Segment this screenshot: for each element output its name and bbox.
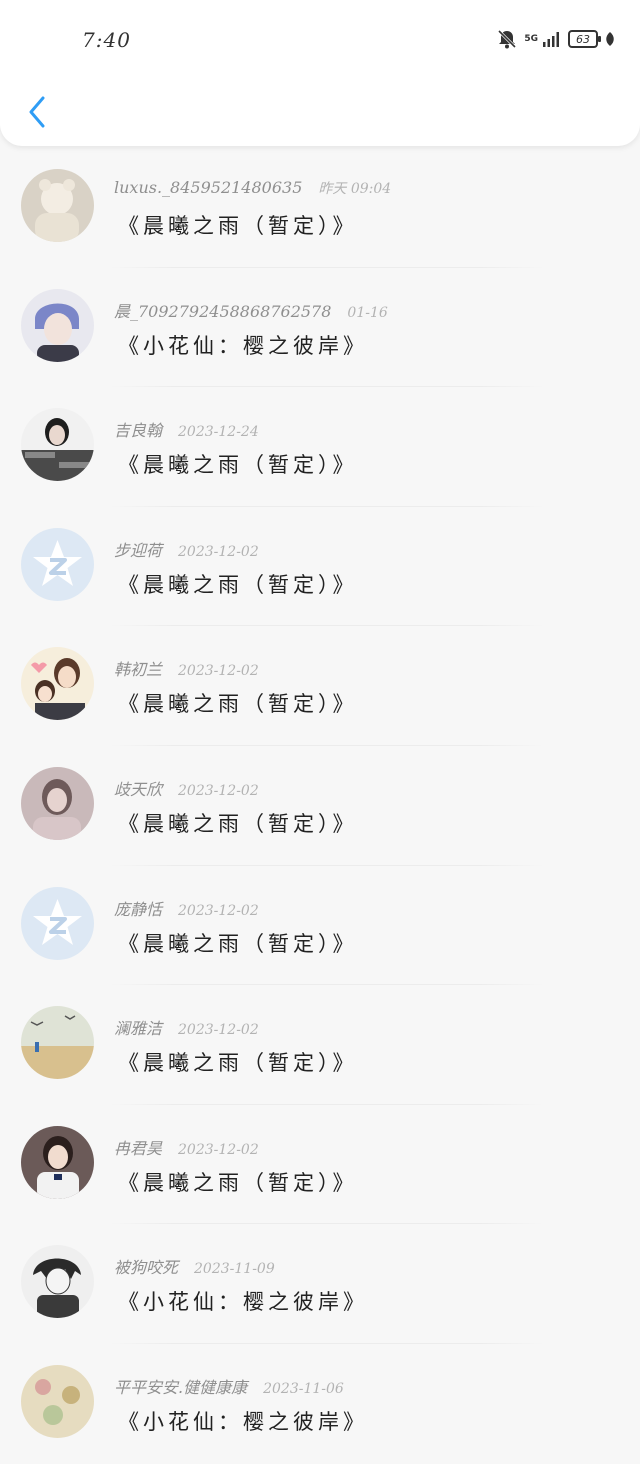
comment-meta: 吉良翰 2023-12-24 [114,417,259,441]
comment-meta: 被狗咬死 2023-11-09 [114,1254,275,1278]
signal-icon [542,30,562,48]
comment-meta: 平平安安.健健康康 2023-11-06 [114,1374,344,1398]
comment-meta: 晨_7092792458868762578 01-16 [114,298,388,322]
list-item[interactable]: 冉君昊 2023-12-02 《晨曦之雨（暂定）》 [0,1105,640,1225]
book-title[interactable]: 《晨曦之雨（暂定）》 [118,688,358,718]
list-item[interactable]: luxus._8459521480635 昨天 09:04 《晨曦之雨（暂定）》 [0,148,640,268]
list-item[interactable]: 晨_7092792458868762578 01-16 《小花仙：樱之彼岸》 [0,268,640,388]
battery-indicator: 63 [568,30,601,48]
comment-date: 2023-12-24 [178,424,259,441]
list-item[interactable]: 平平安安.健健康康 2023-11-06 《小花仙：樱之彼岸》 [0,1344,640,1464]
avatar[interactable] [21,1125,94,1199]
book-title[interactable]: 《晨曦之雨（暂定）》 [118,210,358,240]
username[interactable]: 吉良翰 [114,421,162,440]
back-button[interactable] [20,92,54,132]
leaf-icon [604,31,616,47]
comment-meta: 庞静恬 2023-12-02 [114,896,259,920]
list-item[interactable]: 步迎荷 2023-12-02 《晨曦之雨（暂定）》 [0,507,640,627]
book-title[interactable]: 《小花仙：樱之彼岸》 [118,1406,368,1436]
comment-meta: 歧天欣 2023-12-02 [114,776,259,800]
book-title[interactable]: 《晨曦之雨（暂定）》 [118,1167,358,1197]
book-title[interactable]: 《晨曦之雨（暂定）》 [118,1047,358,1077]
username[interactable]: 歧天欣 [114,780,162,799]
comment-meta: 澜雅洁 2023-12-02 [114,1015,259,1039]
list-item[interactable]: 吉良翰 2023-12-24 《晨曦之雨（暂定）》 [0,387,640,507]
book-title[interactable]: 《晨曦之雨（暂定）》 [118,928,358,958]
book-title[interactable]: 《晨曦之雨（暂定）》 [118,808,358,838]
avatar[interactable] [21,1006,94,1080]
username[interactable]: 平平安安.健健康康 [114,1378,247,1397]
top-bar: 7:40 5G 63 [0,0,640,146]
comment-meta: 冉君昊 2023-12-02 [114,1135,259,1159]
avatar[interactable] [21,1245,94,1319]
comment-meta: 步迎荷 2023-12-02 [114,537,259,561]
network-type: 5G [524,34,538,44]
username[interactable]: 庞静恬 [114,900,162,919]
username[interactable]: 被狗咬死 [114,1258,178,1277]
comment-date: 2023-12-02 [178,663,259,680]
book-title[interactable]: 《晨曦之雨（暂定）》 [118,449,358,479]
username[interactable]: 晨_7092792458868762578 [114,302,331,321]
list-item[interactable]: 韩初兰 2023-12-02 《晨曦之雨（暂定）》 [0,626,640,746]
username[interactable]: 韩初兰 [114,660,162,679]
username[interactable]: 步迎荷 [114,541,162,560]
list-item[interactable]: 歧天欣 2023-12-02 《晨曦之雨（暂定）》 [0,746,640,866]
comment-date: 昨天 09:04 [318,181,392,197]
book-title[interactable]: 《小花仙：樱之彼岸》 [118,1286,368,1316]
avatar[interactable] [21,408,94,482]
comment-date: 2023-12-02 [178,543,259,560]
comment-list: luxus._8459521480635 昨天 09:04 《晨曦之雨（暂定）》 … [0,148,640,1464]
comment-meta: luxus._8459521480635 昨天 09:04 [114,178,391,198]
status-icons: 5G 63 [496,26,616,52]
avatar[interactable] [21,169,94,242]
list-item[interactable]: 被狗咬死 2023-11-09 《小花仙：樱之彼岸》 [0,1224,640,1344]
comment-date: 2023-11-09 [194,1261,275,1278]
comment-date: 01-16 [347,304,388,321]
default-avatar-icon[interactable] [21,527,94,601]
comment-date: 2023-12-02 [178,1022,259,1039]
comment-meta: 韩初兰 2023-12-02 [114,656,259,680]
avatar[interactable] [21,1364,94,1438]
comment-date: 2023-12-02 [178,1141,259,1158]
mute-bell-icon [496,28,518,50]
list-item[interactable]: 庞静恬 2023-12-02 《晨曦之雨（暂定）》 [0,866,640,986]
username[interactable]: 澜雅洁 [114,1019,162,1038]
chevron-left-icon [29,96,45,128]
default-avatar-icon[interactable] [21,886,94,960]
username[interactable]: 冉君昊 [114,1139,162,1158]
status-time: 7:40 [82,28,131,52]
list-item[interactable]: 澜雅洁 2023-12-02 《晨曦之雨（暂定）》 [0,985,640,1105]
comment-date: 2023-12-02 [178,782,259,799]
avatar[interactable] [21,288,94,362]
comment-date: 2023-11-06 [263,1380,344,1397]
comment-date: 2023-12-02 [178,902,259,919]
avatar[interactable] [21,766,94,840]
avatar[interactable] [21,647,94,721]
book-title[interactable]: 《小花仙：樱之彼岸》 [118,330,368,360]
book-title[interactable]: 《晨曦之雨（暂定）》 [118,569,358,599]
username[interactable]: luxus._8459521480635 [114,178,302,197]
